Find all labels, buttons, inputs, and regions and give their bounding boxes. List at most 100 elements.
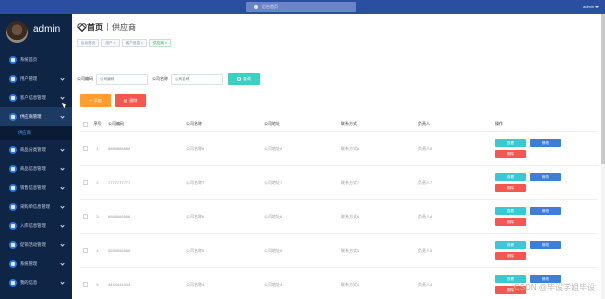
table-row: 3 6666666666 公司名称6 公司地址6 联系方式6 负责人6 查看 修改 删除: [80, 200, 598, 234]
company-code-cell: 6666666666: [108, 214, 131, 219]
tab-tag[interactable]: 用户 ×: [101, 39, 120, 47]
select-all-checkbox[interactable]: [82, 121, 88, 127]
view-button[interactable]: 查看: [495, 207, 526, 215]
chevron-down-icon: [60, 114, 65, 119]
tab-tag[interactable]: 后台首页: [77, 39, 100, 47]
delete-button[interactable]: 删除: [495, 252, 526, 260]
table-row: 1 8888888888 公司名称8 公司地址8 联系方式8 负责人8 查看 修改 删除: [80, 132, 598, 166]
row-actions: 查看 修改 删除: [495, 207, 567, 226]
manager-cell: 负责人4: [418, 281, 433, 287]
sidebar-subitem[interactable]: 供应商: [0, 126, 72, 140]
company-code-input[interactable]: [96, 73, 148, 85]
column-header: 公司名称: [186, 121, 202, 126]
delete-button[interactable]: 删除: [495, 184, 526, 192]
sidebar-item[interactable]: 采购单信息管理: [0, 197, 72, 216]
menu-icon: [9, 183, 17, 192]
column-header: 操作: [495, 121, 503, 126]
sidebar-item[interactable]: 用户管理: [0, 69, 72, 88]
top-bar-home-tab[interactable]: 后台首页: [246, 2, 356, 12]
row-index: 1: [96, 146, 99, 151]
sidebar-item-label: 销售信息管理: [20, 184, 46, 190]
page-title-home[interactable]: 首页: [87, 22, 103, 33]
sidebar-item[interactable]: 供应商管理: [0, 107, 72, 126]
tab-tag[interactable]: 客户信息 ×: [121, 39, 148, 47]
company-address-cell: 公司地址6: [264, 213, 283, 219]
row-index: 5: [96, 282, 99, 287]
row-checkbox[interactable]: [82, 282, 88, 287]
tab-tag[interactable]: 供应商 ×: [149, 39, 172, 47]
chevron-down-icon: [60, 242, 65, 247]
company-code-cell: 5555555555: [108, 248, 131, 253]
page-header: 首页 供应商: [77, 21, 136, 33]
select-all-cell: [80, 121, 90, 127]
company-code-label: 公司编码: [77, 76, 93, 81]
delete-button[interactable]: 删除: [495, 218, 526, 226]
chevron-down-icon: [60, 261, 65, 266]
batch-delete-button[interactable]: ▥ 删除: [115, 94, 146, 107]
add-button[interactable]: + 添加: [80, 94, 111, 107]
search-icon: [237, 77, 241, 81]
edit-button[interactable]: 修改: [530, 207, 561, 215]
sidebar-item-label: 入库信息管理: [20, 222, 46, 228]
menu-icon: [9, 221, 17, 230]
caret-down-icon: [595, 5, 599, 8]
user-name: admin: [583, 4, 594, 9]
sidebar-item[interactable]: 系统管理: [0, 254, 72, 273]
row-index: 4: [96, 248, 99, 253]
edit-button[interactable]: 修改: [530, 173, 561, 181]
column-header: 联系方式: [341, 121, 357, 126]
chevron-down-icon: [60, 147, 65, 152]
chevron-down-icon: [60, 204, 65, 209]
manager-cell: 负责人8: [418, 145, 433, 151]
row-checkbox[interactable]: [82, 248, 88, 253]
sidebar-item-label: 客户信息管理: [20, 94, 46, 100]
menu-icon: [9, 202, 17, 211]
sidebar-item[interactable]: 促销活动管理: [0, 235, 72, 254]
company-name-input[interactable]: [171, 73, 223, 85]
add-button-label: 添加: [93, 97, 102, 103]
tab-tags: 后台首页 用户 × 客户信息 × 供应商 ×: [77, 39, 172, 47]
sidebar-item[interactable]: 商品分类管理: [0, 140, 72, 159]
page-scrollbar-thumb[interactable]: [601, 14, 605, 164]
view-button[interactable]: 查看: [495, 241, 526, 249]
sidebar-item[interactable]: 入库信息管理: [0, 216, 72, 235]
company-name-cell: 公司名称5: [186, 247, 205, 253]
row-checkbox[interactable]: [82, 180, 88, 185]
plus-icon: +: [89, 98, 92, 103]
company-address-cell: 公司地址8: [264, 145, 283, 151]
row-index: 2: [96, 180, 99, 185]
column-header: 公司编码: [108, 121, 124, 126]
manager-cell: 负责人5: [418, 247, 433, 253]
row-checkbox[interactable]: [82, 214, 88, 219]
brand-name: admin: [33, 24, 61, 35]
row-check-cell: [80, 214, 90, 219]
menu-icon: [9, 145, 17, 154]
search-button[interactable]: 查询: [228, 73, 260, 85]
sidebar-item[interactable]: 商品信息管理: [0, 159, 72, 178]
company-name-cell: 公司名称4: [186, 281, 205, 287]
sidebar-item[interactable]: 系统首页: [0, 50, 72, 69]
table-row: 4 5555555555 公司名称5 公司地址5 联系方式5 负责人5 查看 修改 删除: [80, 234, 598, 268]
sidebar-item-label: 用户管理: [20, 75, 38, 81]
menu-icon: [9, 55, 17, 64]
sidebar-item[interactable]: 我的信息: [0, 273, 72, 292]
chevron-down-icon: [60, 76, 65, 81]
company-code-cell: 4444444444: [108, 282, 131, 287]
sidebar-item-label: 供应商管理: [20, 113, 42, 119]
heart-icon: [77, 23, 85, 31]
user-menu[interactable]: admin: [583, 0, 599, 14]
view-button[interactable]: 查看: [495, 173, 526, 181]
sidebar-item[interactable]: 销售信息管理: [0, 178, 72, 197]
delete-button[interactable]: 删除: [495, 150, 526, 158]
table-header: 序号 公司编码 公司名称 公司地址 联系方式 负责人 操作: [80, 117, 598, 132]
contact-cell: 联系方式4: [341, 281, 360, 287]
edit-button[interactable]: 修改: [530, 139, 561, 147]
menu-icon: [9, 259, 17, 268]
sidebar-item[interactable]: 客户信息管理: [0, 88, 72, 107]
edit-button[interactable]: 修改: [530, 241, 561, 249]
column-header: 序号: [93, 121, 102, 126]
supplier-table: 序号 公司编码 公司名称 公司地址 联系方式 负责人 操作 1 888888888…: [80, 117, 598, 299]
menu-icon: [9, 93, 17, 102]
view-button[interactable]: 查看: [495, 139, 526, 147]
row-checkbox[interactable]: [82, 146, 88, 151]
